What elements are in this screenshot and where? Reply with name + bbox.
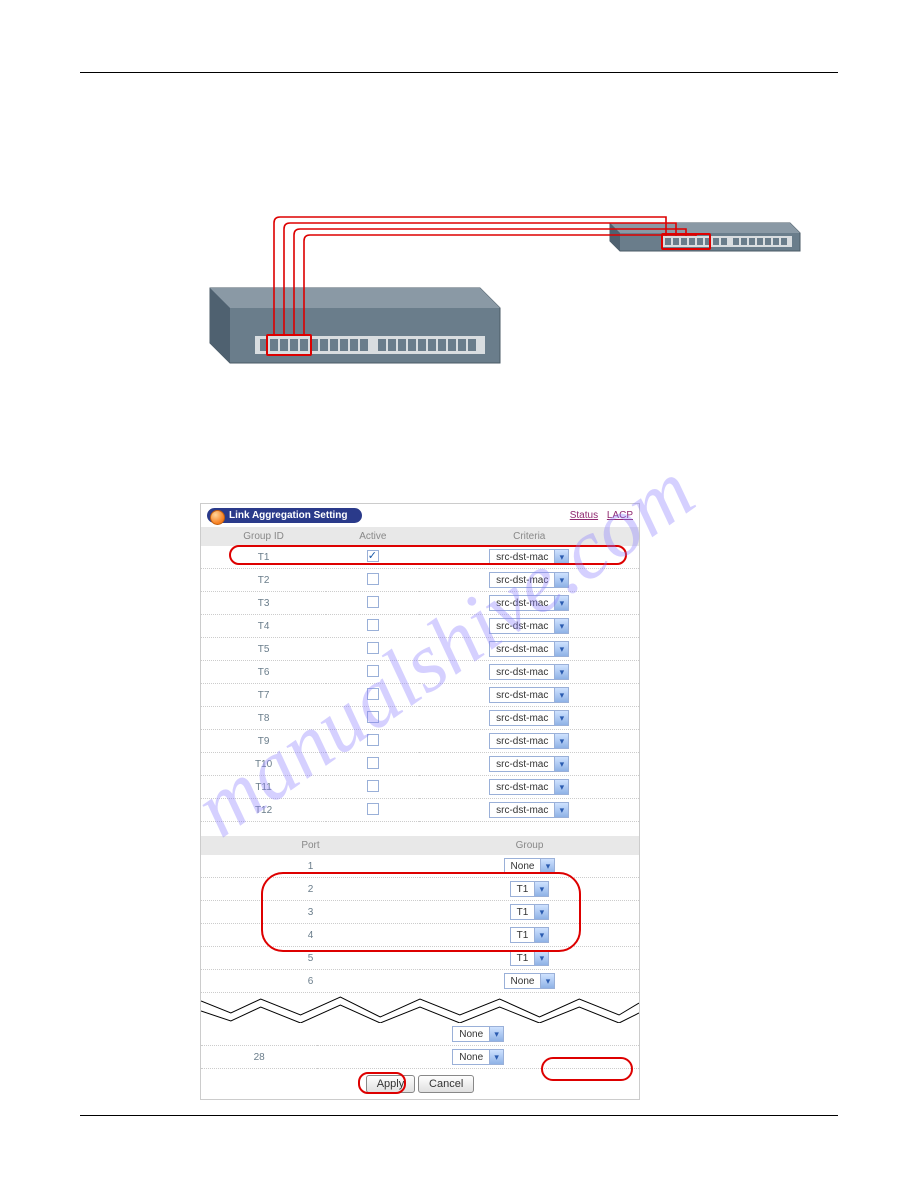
col-groupid: Group ID — [201, 527, 326, 546]
active-checkbox[interactable] — [367, 711, 379, 723]
group-row: T6 src-dst-mac▾ — [201, 661, 639, 684]
lacp-link[interactable]: LACP — [607, 510, 633, 521]
group-row: T4 src-dst-mac▾ — [201, 615, 639, 638]
group-row: T11 src-dst-mac▾ — [201, 776, 639, 799]
group-id-cell: T3 — [201, 592, 326, 615]
active-checkbox[interactable] — [367, 803, 379, 815]
groups-table: Group ID Active Criteria T1src-dst-mac▾T… — [201, 527, 639, 822]
switches-svg — [200, 203, 820, 403]
highlight-t1-row — [229, 545, 627, 565]
highlight-empty-area — [541, 1057, 633, 1081]
criteria-select[interactable]: src-dst-mac▾ — [489, 618, 569, 634]
group-row: T3 src-dst-mac▾ — [201, 592, 639, 615]
chevron-down-icon: ▾ — [554, 780, 568, 794]
active-checkbox[interactable] — [367, 573, 379, 585]
col-criteria: Criteria — [419, 527, 639, 546]
group-id-cell: T10 — [201, 753, 326, 776]
criteria-select[interactable]: src-dst-mac▾ — [489, 733, 569, 749]
active-checkbox[interactable] — [367, 596, 379, 608]
diagram-two-switches — [200, 203, 820, 403]
panel-titlebar: Link Aggregation Setting Status LACP — [201, 504, 639, 527]
active-checkbox[interactable] — [367, 734, 379, 746]
panel-footer: Apply Cancel — [201, 1069, 639, 1099]
col-port: Port — [201, 836, 420, 855]
page-frame: manualshive.com — [80, 72, 838, 1116]
group-id-cell: T6 — [201, 661, 326, 684]
chevron-down-icon: ▾ — [489, 1027, 503, 1041]
criteria-select[interactable]: src-dst-mac▾ — [489, 664, 569, 680]
group-id-cell: T5 — [201, 638, 326, 661]
group-row: T8 src-dst-mac▾ — [201, 707, 639, 730]
port-group-select[interactable]: None▾ — [452, 1026, 504, 1042]
panel-title: Link Aggregation Setting — [207, 508, 362, 523]
cancel-button[interactable]: Cancel — [418, 1075, 474, 1093]
chevron-down-icon: ▾ — [554, 642, 568, 656]
group-row: T12 src-dst-mac▾ — [201, 799, 639, 822]
switch-right — [610, 223, 800, 251]
col-active: Active — [326, 527, 419, 546]
chevron-down-icon: ▾ — [554, 665, 568, 679]
criteria-select[interactable]: src-dst-mac▾ — [489, 779, 569, 795]
active-checkbox[interactable] — [367, 688, 379, 700]
port-number-cell — [201, 1023, 317, 1046]
group-row: T5 src-dst-mac▾ — [201, 638, 639, 661]
port-row: 6 None▾ — [201, 970, 639, 993]
highlight-ports-2-5 — [261, 872, 581, 952]
chevron-down-icon: ▾ — [554, 688, 568, 702]
criteria-select[interactable]: src-dst-mac▾ — [489, 595, 569, 611]
criteria-select[interactable]: src-dst-mac▾ — [489, 802, 569, 818]
chevron-down-icon: ▾ — [534, 951, 548, 965]
criteria-select[interactable]: src-dst-mac▾ — [489, 641, 569, 657]
chevron-down-icon: ▾ — [554, 596, 568, 610]
group-id-cell: T12 — [201, 799, 326, 822]
port-row: None▾ — [201, 1023, 639, 1046]
criteria-select[interactable]: src-dst-mac▾ — [489, 687, 569, 703]
highlight-apply-button — [358, 1072, 406, 1094]
group-id-cell: T11 — [201, 776, 326, 799]
panel-links: Status LACP — [564, 510, 633, 521]
active-checkbox[interactable] — [367, 757, 379, 769]
chevron-down-icon: ▾ — [554, 757, 568, 771]
chevron-down-icon: ▾ — [489, 1050, 503, 1064]
criteria-select[interactable]: src-dst-mac▾ — [489, 710, 569, 726]
col-group: Group — [420, 836, 639, 855]
group-id-cell: T8 — [201, 707, 326, 730]
chevron-down-icon: ▾ — [554, 711, 568, 725]
active-checkbox[interactable] — [367, 665, 379, 677]
group-row: T9 src-dst-mac▾ — [201, 730, 639, 753]
chevron-down-icon: ▾ — [554, 619, 568, 633]
active-checkbox[interactable] — [367, 642, 379, 654]
criteria-select[interactable]: src-dst-mac▾ — [489, 572, 569, 588]
group-id-cell: T4 — [201, 615, 326, 638]
active-checkbox[interactable] — [367, 619, 379, 631]
chevron-down-icon: ▾ — [540, 974, 554, 988]
port-group-select[interactable]: T1▾ — [510, 950, 550, 966]
active-checkbox[interactable] — [367, 780, 379, 792]
port-group-select[interactable]: None▾ — [504, 973, 556, 989]
port-group-select[interactable]: None▾ — [452, 1049, 504, 1065]
chevron-down-icon: ▾ — [554, 803, 568, 817]
link-agg-panel: Link Aggregation Setting Status LACP Gro… — [200, 503, 640, 1100]
group-id-cell: T9 — [201, 730, 326, 753]
group-row: T10 src-dst-mac▾ — [201, 753, 639, 776]
chevron-down-icon: ▾ — [554, 734, 568, 748]
tear-line — [201, 993, 639, 1023]
group-id-cell: T2 — [201, 569, 326, 592]
chevron-down-icon: ▾ — [554, 573, 568, 587]
criteria-select[interactable]: src-dst-mac▾ — [489, 756, 569, 772]
chevron-down-icon: ▾ — [540, 859, 554, 873]
status-link[interactable]: Status — [570, 510, 598, 521]
port-number-cell: 28 — [201, 1046, 317, 1069]
group-id-cell: T7 — [201, 684, 326, 707]
group-row: T2 src-dst-mac▾ — [201, 569, 639, 592]
port-number-cell: 6 — [201, 970, 420, 993]
group-row: T7 src-dst-mac▾ — [201, 684, 639, 707]
switch-left — [210, 288, 500, 363]
